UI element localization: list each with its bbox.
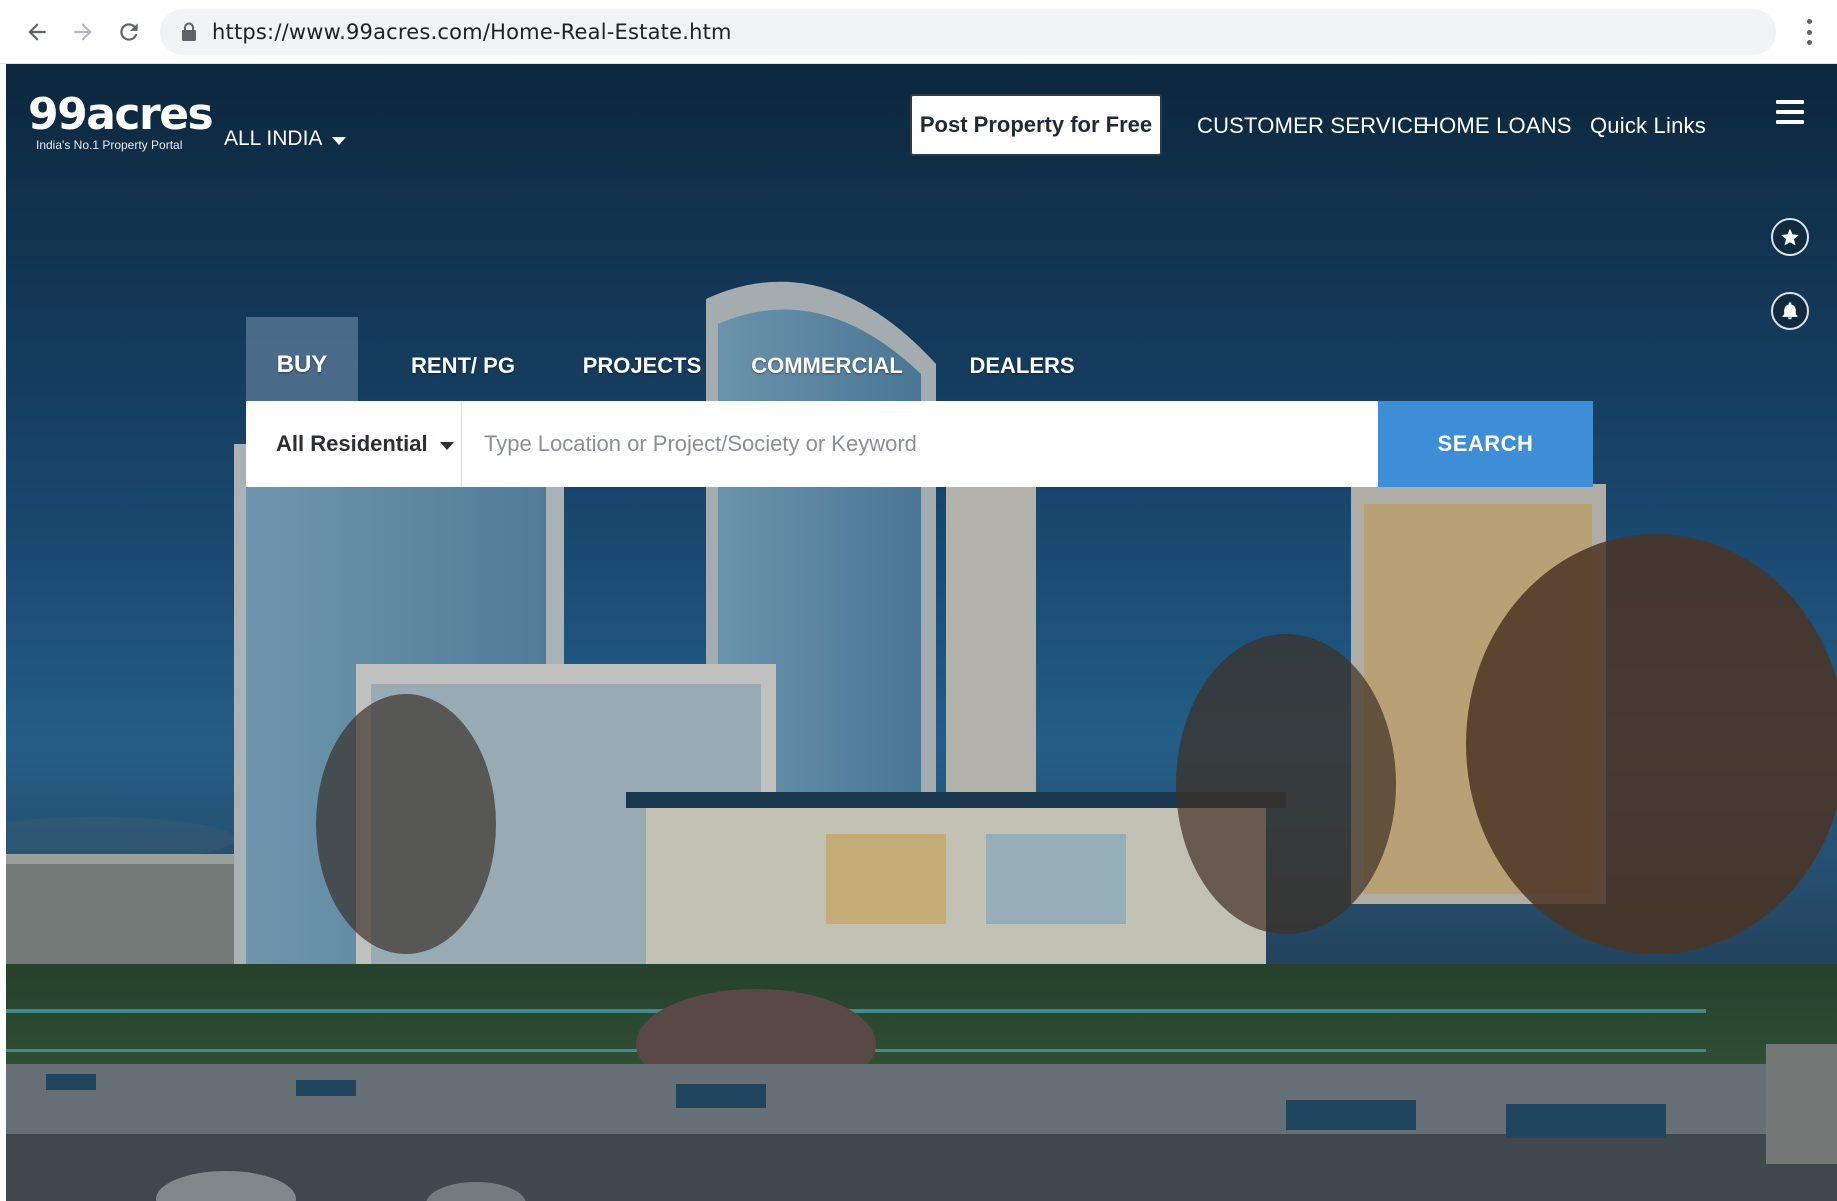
notifications-button[interactable] — [1771, 292, 1809, 330]
lock-icon — [180, 22, 198, 42]
logo-wordmark: 99acres — [28, 89, 214, 140]
forward-button[interactable] — [60, 9, 106, 55]
arrow-forward-icon — [74, 23, 92, 41]
tab-buy[interactable]: BUY — [246, 317, 358, 401]
post-property-button[interactable]: Post Property for Free — [910, 94, 1162, 156]
hero-background-image — [6, 64, 1837, 1201]
tab-rent-pg[interactable]: RENT/ PG — [400, 317, 526, 401]
property-type-label: All Residential — [276, 431, 428, 456]
url-text: https://www.99acres.com/Home-Real-Estate… — [212, 20, 732, 44]
caret-down-icon — [439, 442, 454, 450]
site-logo[interactable]: 99acres India's No.1 Property Portal — [28, 89, 214, 153]
search-bar: All Residential SEARCH — [246, 401, 1593, 487]
tab-commercial[interactable]: COMMERCIAL — [751, 317, 903, 401]
region-label: ALL INDIA — [224, 127, 323, 150]
search-button[interactable]: SEARCH — [1378, 401, 1593, 487]
hero-section: 99acres India's No.1 Property Portal ALL… — [6, 64, 1837, 1201]
arrow-back-icon — [28, 23, 46, 41]
shortlist-button[interactable] — [1771, 218, 1809, 256]
logo-tagline: India's No.1 Property Portal — [36, 138, 183, 152]
customer-service-link[interactable]: CUSTOMER SERVICE — [1197, 113, 1428, 139]
address-bar[interactable]: https://www.99acres.com/Home-Real-Estate… — [160, 9, 1776, 55]
tab-projects[interactable]: PROJECTS — [582, 317, 702, 401]
hamburger-menu-icon[interactable] — [1776, 100, 1804, 124]
quick-links-link[interactable]: Quick Links — [1590, 113, 1706, 139]
tab-dealers[interactable]: DEALERS — [967, 317, 1077, 401]
bell-icon — [1782, 302, 1798, 320]
caret-down-icon — [332, 137, 347, 145]
home-loans-link[interactable]: HOME LOANS — [1423, 113, 1572, 139]
kebab-menu-icon[interactable] — [1799, 14, 1819, 50]
search-input[interactable] — [462, 401, 1378, 487]
browser-toolbar: https://www.99acres.com/Home-Real-Estate… — [0, 0, 1837, 64]
region-dropdown[interactable]: ALL INDIA — [224, 127, 347, 151]
star-icon — [1781, 228, 1799, 246]
property-type-dropdown[interactable]: All Residential — [246, 401, 462, 487]
reload-button[interactable] — [106, 9, 152, 55]
back-button[interactable] — [14, 9, 60, 55]
reload-icon — [120, 23, 138, 41]
